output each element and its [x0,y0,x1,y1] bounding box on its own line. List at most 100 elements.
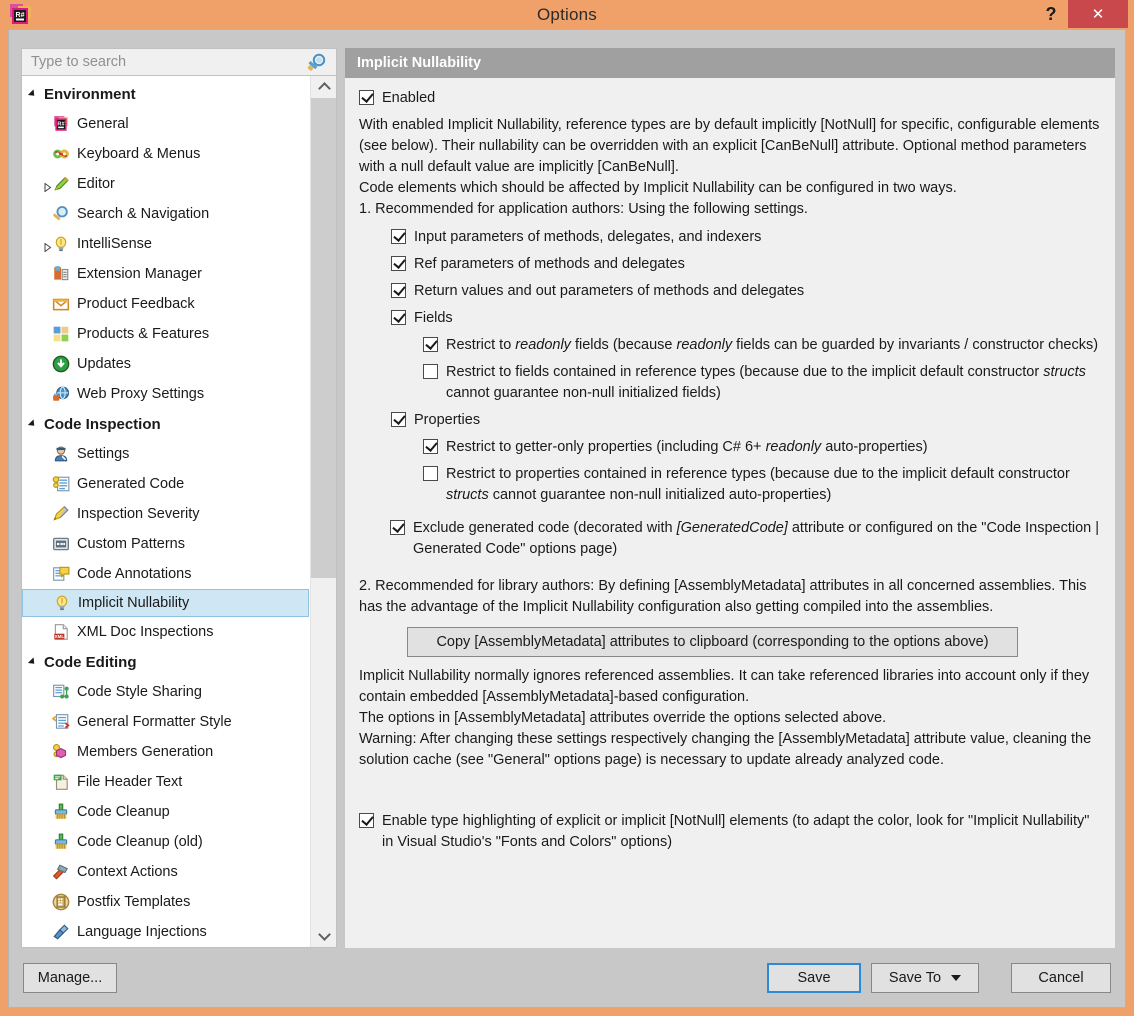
option-row-ref-parameters-of-methods-and-delegates[interactable]: Ref parameters of methods and delegates [391,254,1101,275]
sidebar-item-products-features[interactable]: Products & Features [22,319,311,349]
sidebar-item-code-style-sharing[interactable]: Code Style Sharing [22,677,311,707]
option-checkbox[interactable] [391,310,406,325]
sidebar-item-intellisense[interactable]: IntelliSense [22,229,311,259]
option-checkbox[interactable] [423,337,438,352]
chevron-down-icon [28,419,37,428]
sidebar-item-extension-manager[interactable]: Extension Manager [22,259,311,289]
enabled-checkbox[interactable] [359,90,374,105]
sidebar-item-code-cleanup-old[interactable]: Code Cleanup (old) [22,827,311,857]
sidebar-item-general-formatter-style[interactable]: General Formatter Style [22,707,311,737]
search-icon[interactable] [307,53,329,78]
option-label: Return values and out parameters of meth… [414,281,804,302]
option-row-restrict-to-readonly-fields-because-readonly-f[interactable]: Restrict to readonly fields (because rea… [423,335,1101,356]
option-checkbox[interactable] [423,439,438,454]
sidebar-group-code-editing[interactable]: Code Editing [22,647,311,677]
search-input[interactable] [22,49,302,75]
sidebar-item-label: Context Actions [77,864,178,880]
type-highlighting-row[interactable]: Enable type highlighting of explicit or … [359,811,1101,853]
option-label: Ref parameters of methods and delegates [414,254,685,275]
sidebar-item-label: Code Annotations [77,566,191,582]
sidebar-item-label: IntelliSense [77,236,152,252]
sidebar-item-file-header-text[interactable]: File Header Text [22,767,311,797]
sidebar-item-general[interactable]: R#General [22,109,311,139]
option-checkbox[interactable] [391,283,406,298]
sidebar-group-environment[interactable]: Environment [22,79,311,109]
expand-arrow-icon[interactable] [44,180,52,188]
sidebar-item-editor[interactable]: Editor [22,169,311,199]
sidebar-item-generated-code[interactable]: Generated Code [22,469,311,499]
scrollbar-thumb[interactable] [311,98,337,578]
inspector-icon [52,445,70,463]
option-row-return-values-and-out-parameters-of-methods-an[interactable]: Return values and out parameters of meth… [391,281,1101,302]
sidebar-item-settings[interactable]: Settings [22,439,311,469]
option-row-restrict-to-properties-contained-in-reference[interactable]: Restrict to properties contained in refe… [423,464,1101,506]
warning-paragraph: Warning: After changing these settings r… [359,729,1101,771]
keyboard-icon [52,145,70,163]
hammer-icon [52,863,70,881]
referenced-assemblies-paragraph: Implicit Nullability normally ignores re… [359,666,1101,708]
scroll-down-button[interactable] [311,925,337,947]
sidebar-item-keyboard-menus[interactable]: Keyboard & Menus [22,139,311,169]
save-to-button[interactable]: Save To [871,963,979,993]
sidebar-item-custom-patterns[interactable]: Custom Patterns [22,529,311,559]
option-checkbox[interactable] [391,412,406,427]
sidebar-scrollbar[interactable] [310,76,336,947]
exclude-generated-row[interactable]: Exclude generated code (decorated with [… [390,518,1101,560]
options-tree: EnvironmentR#GeneralKeyboard & MenusEdit… [22,76,311,947]
sidebar-item-label: Custom Patterns [77,536,185,552]
sidebar-item-label: Language Injections [77,924,207,940]
copy-assemblymetadata-button[interactable]: Copy [AssemblyMetadata] attributes to cl… [407,627,1018,657]
option-checkbox[interactable] [391,256,406,271]
scroll-up-button[interactable] [311,76,337,98]
lightbulb-icon [52,235,70,253]
sidebar-group-code-inspection[interactable]: Code Inspection [22,409,311,439]
sidebar-item-label: Code Style Sharing [77,684,202,700]
sidebar-item-search-navigation[interactable]: Search & Navigation [22,199,311,229]
sidebar-item-inspection-severity[interactable]: Inspection Severity [22,499,311,529]
svg-text:XML: XML [55,634,65,639]
option-checkbox[interactable] [391,229,406,244]
sidebar-item-language-injections[interactable]: Language Injections [22,917,311,947]
option-row-restrict-to-fields-contained-in-reference-type[interactable]: Restrict to fields contained in referenc… [423,362,1101,404]
sidebar-item-label: Code Cleanup (old) [77,834,203,850]
sidebar-item-updates[interactable]: Updates [22,349,311,379]
option-row-restrict-to-getter-only-properties-including-c[interactable]: Restrict to getter-only properties (incl… [423,437,1101,458]
exclude-generated-checkbox[interactable] [390,520,405,535]
sidebar-item-implicit-nullability[interactable]: Implicit Nullability [22,589,309,617]
broom-icon [52,833,70,851]
option-checkbox[interactable] [423,364,438,379]
sidebar-item-label: Products & Features [77,326,209,342]
type-highlighting-checkbox[interactable] [359,813,374,828]
sidebar-item-context-actions[interactable]: Context Actions [22,857,311,887]
option-checkbox[interactable] [423,466,438,481]
sidebar-item-code-annotations[interactable]: Code Annotations [22,559,311,589]
option-row-input-parameters-of-methods-delegates-and-inde[interactable]: Input parameters of methods, delegates, … [391,227,1101,248]
help-button[interactable]: ? [1036,0,1066,28]
option-label: Restrict to getter-only properties (incl… [446,437,928,458]
sidebar-item-code-cleanup[interactable]: Code Cleanup [22,797,311,827]
cancel-button[interactable]: Cancel [1011,963,1111,993]
formatter-icon [52,713,70,731]
manage-button[interactable]: Manage... [23,963,117,993]
file-header-icon [52,773,70,791]
enabled-checkbox-row[interactable]: Enabled [359,88,1101,109]
sidebar-item-product-feedback[interactable]: Product Feedback [22,289,311,319]
option-row-properties[interactable]: Properties [391,410,1101,431]
options-sidebar: EnvironmentR#GeneralKeyboard & MenusEdit… [21,48,337,948]
xml-doc-icon: XML [52,623,70,641]
expand-arrow-icon[interactable] [44,240,52,248]
sidebar-item-postfix-templates[interactable]: Postfix Templates [22,887,311,917]
sidebar-item-xml-doc-inspections[interactable]: XMLXML Doc Inspections [22,617,311,647]
sidebar-item-members-generation[interactable]: Members Generation [22,737,311,767]
search-box[interactable] [21,48,337,76]
save-button[interactable]: Save [767,963,861,993]
sidebar-item-web-proxy-settings[interactable]: Web Proxy Settings [22,379,311,409]
svg-text:R#: R# [16,12,25,19]
sidebar-item-label: General [77,116,129,132]
sidebar-item-label: Web Proxy Settings [77,386,204,402]
sidebar-group-label: Code Editing [44,654,137,671]
option-label: Input parameters of methods, delegates, … [414,227,761,248]
option-row-fields[interactable]: Fields [391,308,1101,329]
close-button[interactable]: ✕ [1068,0,1128,28]
enabled-label: Enabled [382,88,435,109]
